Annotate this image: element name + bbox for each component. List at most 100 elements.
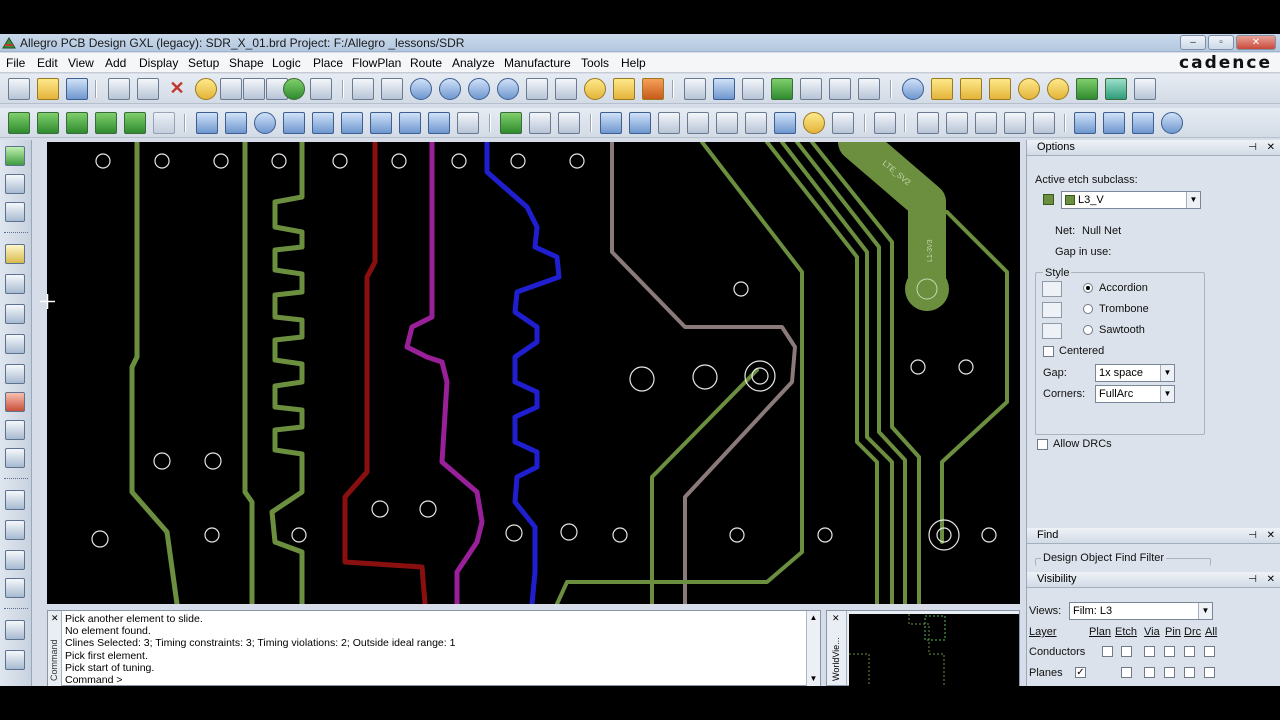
worldview-map[interactable] [849, 614, 1019, 686]
shape-edit-icon[interactable] [428, 112, 450, 134]
checklist-icon[interactable] [975, 112, 997, 134]
spread-icon[interactable] [5, 392, 25, 412]
report-icon[interactable] [931, 78, 953, 100]
tool-icon[interactable] [803, 112, 825, 134]
pcb-traces[interactable]: LTE_SV2 L1-3V3 [47, 142, 1020, 604]
chevron-down-icon[interactable]: ▼ [1160, 386, 1174, 402]
window-icon[interactable] [1074, 112, 1096, 134]
redo-step-icon[interactable] [243, 78, 265, 100]
planes-pin-checkbox[interactable] [1164, 667, 1175, 678]
menu-place[interactable]: Place [313, 56, 343, 70]
doc-icon[interactable] [917, 112, 939, 134]
chevron-down-icon[interactable]: ▼ [1160, 365, 1174, 381]
select-shape-icon[interactable] [283, 112, 305, 134]
ratsnest-icon[interactable] [800, 78, 822, 100]
redo-icon[interactable] [220, 78, 242, 100]
film-icon[interactable] [629, 112, 651, 134]
shape-void-icon[interactable] [312, 112, 334, 134]
menu-help[interactable]: Help [621, 56, 646, 70]
planes-plan-checkbox[interactable]: ✓ [1075, 667, 1086, 678]
conductors-plan-checkbox[interactable] [1102, 646, 1113, 657]
save-icon[interactable] [66, 78, 88, 100]
nc-icon[interactable] [716, 112, 738, 134]
conductors-all-checkbox[interactable] [1204, 646, 1215, 657]
move-icon[interactable] [108, 78, 130, 100]
via-column-header[interactable]: Via [1144, 626, 1160, 638]
wrench-icon[interactable] [1033, 112, 1055, 134]
color-icon[interactable] [713, 78, 735, 100]
worldview-close-icon[interactable]: ✕ [832, 613, 840, 624]
all-column-header[interactable]: All [1205, 626, 1217, 638]
add-text-icon[interactable] [5, 550, 25, 570]
layer-color-swatch[interactable] [1043, 194, 1054, 205]
gear-icon[interactable] [687, 112, 709, 134]
planes-etch-checkbox[interactable] [1121, 667, 1132, 678]
package-icon[interactable] [500, 112, 522, 134]
zoom-fit-icon[interactable] [381, 78, 403, 100]
void-element-icon[interactable] [399, 112, 421, 134]
bars-icon[interactable] [1076, 78, 1098, 100]
pin-icon[interactable]: ⊣ [1248, 140, 1257, 155]
pin-column-header[interactable]: Pin [1165, 626, 1181, 638]
active-etch-select[interactable]: L3_V ▼ [1061, 191, 1201, 209]
waveform-icon[interactable] [874, 112, 896, 134]
trombone-radio[interactable] [1083, 304, 1093, 314]
sun-icon[interactable] [1018, 78, 1040, 100]
drill-icon[interactable] [658, 112, 680, 134]
zoom-world-icon[interactable] [468, 78, 490, 100]
gap-select[interactable]: 1x space ▼ [1095, 364, 1175, 382]
menu-flowplan[interactable]: FlowPlan [352, 56, 401, 70]
menu-display[interactable]: Display [139, 56, 178, 70]
etch-column-header[interactable]: Etch [1115, 626, 1137, 638]
bus-route-icon[interactable] [5, 364, 25, 384]
refresh-icon[interactable] [584, 78, 606, 100]
command-prompt[interactable]: Command > [65, 674, 455, 686]
table-icon[interactable] [829, 78, 851, 100]
menu-shape[interactable]: Shape [229, 56, 264, 70]
close-icon[interactable]: ✕ [1267, 140, 1275, 155]
dimension-icon[interactable] [529, 112, 551, 134]
menu-add[interactable]: Add [105, 56, 126, 70]
dimension-linear-icon[interactable] [558, 112, 580, 134]
place-manual-icon[interactable] [5, 202, 25, 222]
pcb-canvas[interactable]: LTE_SV2 L1-3V3 [47, 142, 1020, 604]
menu-edit[interactable]: Edit [37, 56, 58, 70]
route-diag-icon[interactable] [5, 620, 25, 640]
add-connect-icon[interactable] [5, 244, 25, 264]
planes-via-checkbox[interactable] [1144, 667, 1155, 678]
sawtooth-radio[interactable] [1083, 325, 1093, 335]
maximize-button[interactable]: ▫ [1208, 35, 1234, 50]
layer-column-header[interactable]: Layer [1029, 626, 1057, 638]
place-component-icon[interactable] [5, 146, 25, 166]
drc-column-header[interactable]: Drc [1184, 626, 1201, 638]
add-line-icon[interactable] [5, 490, 25, 510]
grid-toggle-icon[interactable] [684, 78, 706, 100]
redraw-icon[interactable] [555, 78, 577, 100]
menu-logic[interactable]: Logic [272, 56, 301, 70]
board-icon[interactable] [858, 78, 880, 100]
close-icon[interactable]: ✕ [1267, 572, 1275, 587]
artwork-icon[interactable] [774, 112, 796, 134]
layer-1-icon[interactable] [8, 112, 30, 134]
menu-tools[interactable]: Tools [581, 56, 609, 70]
stop-icon[interactable] [1134, 78, 1156, 100]
void-rect-icon[interactable] [370, 112, 392, 134]
conductors-via-checkbox[interactable] [1144, 646, 1155, 657]
route-diag-2-icon[interactable] [5, 650, 25, 670]
3d-view-icon[interactable] [613, 78, 635, 100]
slide-icon[interactable] [5, 274, 25, 294]
measure-icon[interactable] [960, 78, 982, 100]
chevron-down-icon[interactable]: ▼ [1186, 192, 1200, 208]
custom-smooth-icon[interactable] [5, 334, 25, 354]
layer-2-icon[interactable] [37, 112, 59, 134]
edit-text-icon[interactable] [5, 578, 25, 598]
conductors-drc-checkbox[interactable] [1184, 646, 1195, 657]
menu-route[interactable]: Route [410, 56, 442, 70]
corners-select[interactable]: FullArc ▼ [1095, 385, 1175, 403]
void-circle-icon[interactable] [341, 112, 363, 134]
close-icon[interactable]: ✕ [1267, 528, 1275, 543]
menu-manufacture[interactable]: Manufacture [504, 56, 571, 70]
plan-column-header[interactable]: Plan [1089, 626, 1111, 638]
circle-shape-icon[interactable] [254, 112, 276, 134]
timing-vision-icon[interactable] [5, 420, 25, 440]
